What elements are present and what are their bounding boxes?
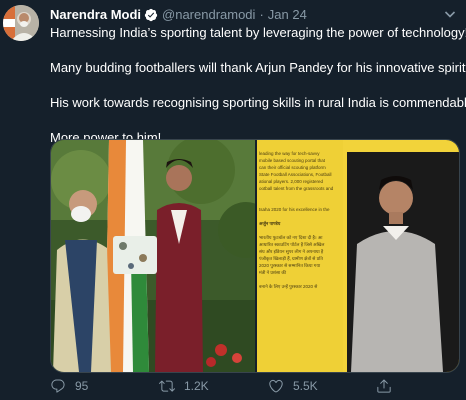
media-photo-award[interactable]	[51, 140, 274, 372]
tweet-line-3: His work towards recognising sporting sk…	[50, 95, 466, 110]
avatar[interactable]	[3, 5, 39, 41]
separator-dot: ·	[259, 7, 264, 22]
retweet-count: 1.2K	[184, 379, 209, 393]
document-line: भारतीय फुटबॉल को नए दिशा दी है। आ	[259, 235, 323, 240]
document-line: tsaha 2020 for his excellence in the	[259, 207, 330, 212]
document-line: ootball talent from the grassroots and	[259, 186, 334, 191]
author-handle[interactable]: @narendramodi	[162, 6, 255, 24]
document-line: संघ और इंडियन सुपर लीग ने अपनाया है	[259, 249, 324, 254]
document-line: पंजीकृत खिलाड़ी हैं, ग्रामीण क्षेत्रों स…	[259, 256, 323, 261]
share-button[interactable]	[376, 376, 401, 396]
document-heading: अर्जुन पाण्डेय	[259, 221, 281, 226]
tweet-actions: 95 1.2K 5.5K	[50, 376, 462, 396]
share-icon	[377, 379, 391, 393]
retweet-icon	[159, 380, 175, 392]
tweet-date[interactable]: Jan 24	[268, 6, 307, 24]
document-line: leading the way for tech-savvy	[259, 151, 320, 156]
document-line: 2020 पुरस्कार से सम्मानित किया गया	[259, 263, 321, 268]
tweet-line-2: Many budding footballers will thank Arju…	[50, 60, 466, 75]
document-line: ational players. 2,000 registered	[259, 179, 324, 184]
like-icon	[269, 379, 283, 393]
chevron-down-icon[interactable]	[442, 6, 458, 22]
tweet-header: Narendra Modi @narendramodi · Jan 24	[50, 6, 307, 24]
tweet-line-1: Harnessing India’s sporting talent by le…	[50, 25, 466, 40]
reply-count: 95	[75, 379, 89, 393]
document-line: can their official scouting platform	[259, 165, 326, 170]
author-name[interactable]: Narendra Modi	[50, 6, 141, 24]
document-line: आधारित स्काउटिंग पोर्टल है जिसे अखिल	[259, 242, 325, 247]
document-line: मंत्री ने प्रशंसा की	[259, 270, 287, 275]
tweet-card[interactable]: Narendra Modi @narendramodi · Jan 24 Har…	[0, 0, 466, 400]
document-line: State Football Associations, Football	[259, 172, 332, 177]
verified-badge-icon	[144, 8, 158, 22]
document-text: leading the way for tech-savvy mobile ba…	[259, 150, 341, 366]
retweet-button[interactable]: 1.2K	[159, 376, 209, 396]
like-button[interactable]: 5.5K	[268, 376, 318, 396]
document-line: बनाने के लिए उन्हें पुरस्कार 2020 से	[259, 284, 318, 289]
like-count: 5.5K	[293, 379, 318, 393]
media-photo-portrait[interactable]	[343, 140, 459, 372]
media-grid[interactable]: leading the way for tech-savvy mobile ba…	[50, 139, 460, 373]
reply-button[interactable]: 95	[50, 376, 88, 396]
document-line: mobile based scouting portal that	[259, 158, 326, 163]
reply-icon	[51, 379, 65, 393]
